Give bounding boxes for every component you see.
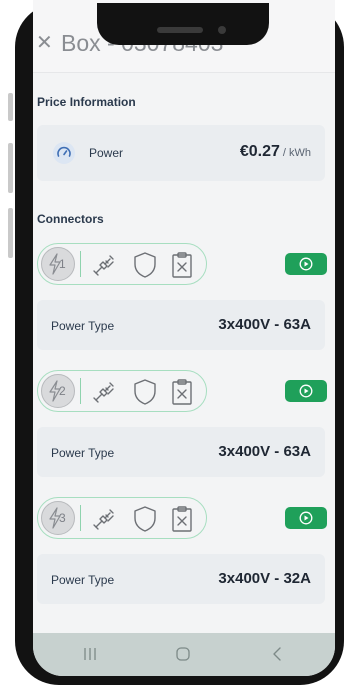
- connector-row-3: 3: [37, 497, 327, 539]
- connector-number: 3: [59, 511, 66, 525]
- divider: [80, 251, 81, 277]
- play-icon: [299, 384, 313, 398]
- power-type-value: 3x400V - 32A: [218, 570, 311, 587]
- plug-icon: [93, 509, 114, 530]
- recents-icon[interactable]: [83, 644, 97, 664]
- volume-down-button: [8, 143, 13, 193]
- power-type-card: Power Type 3x400V - 63A: [37, 300, 325, 350]
- start-charging-button[interactable]: [285, 507, 327, 529]
- android-nav-bar: [33, 633, 335, 676]
- camera-notch: [97, 3, 269, 45]
- start-charging-button[interactable]: [285, 380, 327, 402]
- close-icon[interactable]: ✕: [36, 33, 53, 53]
- power-type-card: Power Type 3x400V - 63A: [37, 427, 325, 477]
- connector-status-pill: 3: [37, 497, 207, 539]
- power-type-label: Power Type: [51, 573, 115, 587]
- price-amount: €0.27: [239, 143, 280, 160]
- connector-status-pill: 2: [37, 370, 207, 412]
- price-card: Power €0.27/ kWh: [37, 125, 325, 181]
- power-type-value: 3x400V - 63A: [218, 316, 311, 333]
- connector-row-2: 2: [37, 370, 327, 412]
- front-camera: [218, 26, 226, 34]
- connector-number-badge: 2: [41, 374, 75, 408]
- power-type-card: Power Type 3x400V - 32A: [37, 554, 325, 604]
- home-icon[interactable]: [175, 644, 191, 664]
- power-type-label: Power Type: [51, 319, 115, 333]
- price-unit: / kWh: [282, 147, 311, 159]
- connector-number-badge: 3: [41, 501, 75, 535]
- power-type-label: Power Type: [51, 446, 115, 460]
- price-value: €0.27/ kWh: [240, 143, 311, 161]
- plug-icon: [93, 255, 114, 276]
- app-screen: ✕ Box - 03078403 Price Information Power…: [33, 0, 335, 676]
- divider: [80, 505, 81, 531]
- play-icon: [299, 257, 313, 271]
- plug-icon: [93, 382, 114, 403]
- back-icon[interactable]: [271, 644, 283, 664]
- shield-icon: [134, 379, 156, 405]
- clipboard-x-icon: [172, 379, 192, 405]
- volume-up-button: [8, 93, 13, 121]
- shield-icon: [134, 252, 156, 278]
- gauge-icon: [53, 142, 75, 164]
- connectors-section-title: Connectors: [37, 212, 104, 226]
- shield-icon: [134, 506, 156, 532]
- connector-row-1: 1: [37, 243, 327, 285]
- connector-number: 2: [59, 384, 66, 398]
- connector-number: 1: [59, 257, 66, 271]
- clipboard-x-icon: [172, 252, 192, 278]
- power-type-value: 3x400V - 63A: [218, 443, 311, 460]
- clipboard-x-icon: [172, 506, 192, 532]
- connector-status-pill: 1: [37, 243, 207, 285]
- start-charging-button[interactable]: [285, 253, 327, 275]
- side-button: [8, 208, 13, 258]
- connector-number-badge: 1: [41, 247, 75, 281]
- play-icon: [299, 511, 313, 525]
- price-label: Power: [89, 146, 124, 160]
- price-section-title: Price Information: [37, 95, 136, 109]
- divider: [80, 378, 81, 404]
- speaker-grille: [157, 27, 203, 33]
